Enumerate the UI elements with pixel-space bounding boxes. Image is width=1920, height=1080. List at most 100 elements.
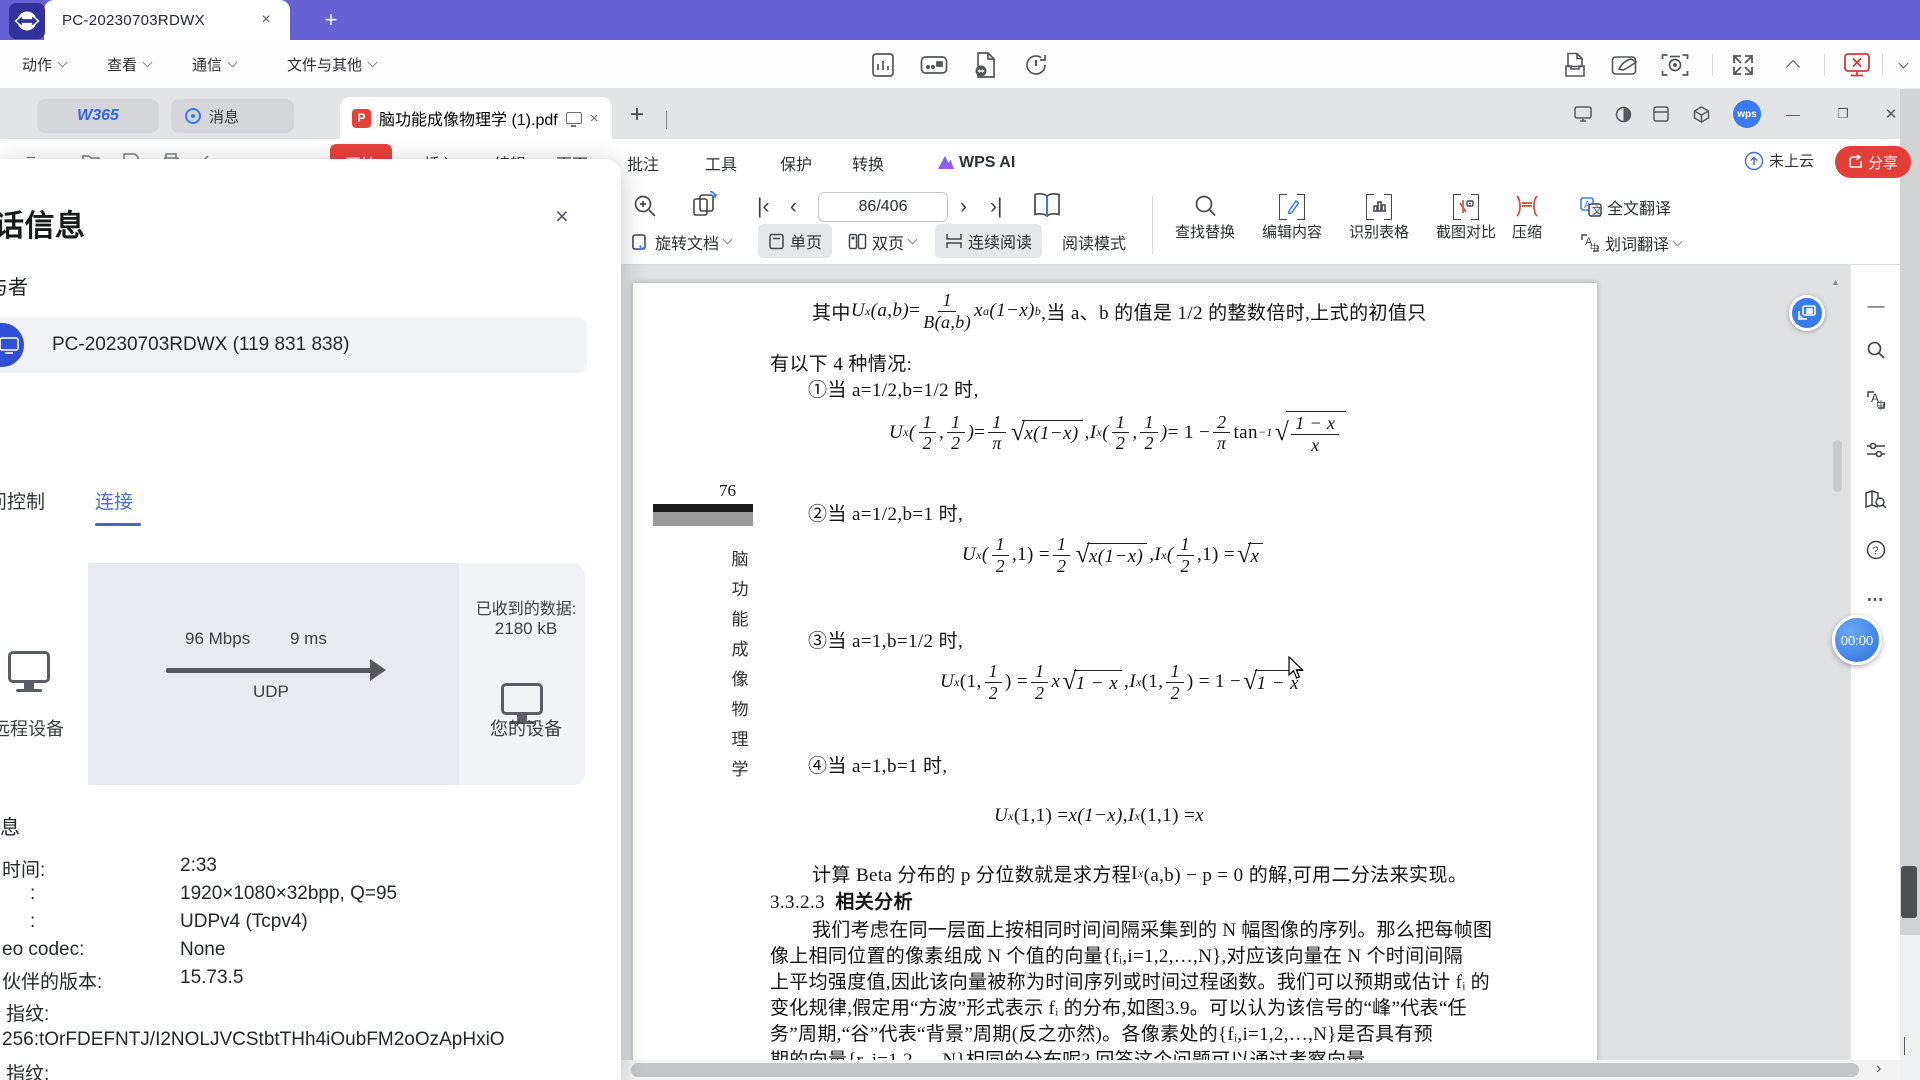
panel-close-icon[interactable]: × xyxy=(549,203,575,229)
tab-w365[interactable]: W365 xyxy=(37,99,159,133)
connection-arrow-head xyxy=(370,659,386,681)
screen-share-float-button[interactable] xyxy=(1789,295,1825,331)
remote-device-icon xyxy=(8,651,50,683)
restart-icon[interactable] xyxy=(1021,50,1051,80)
apps-box-icon[interactable] xyxy=(1690,103,1712,125)
horizontal-scrollbar-track[interactable]: › xyxy=(621,1060,1900,1080)
share-button[interactable]: 分享 xyxy=(1835,146,1911,178)
close-session-icon[interactable] xyxy=(1842,50,1872,80)
partner-version-value: 15.73.5 xyxy=(180,967,243,989)
chevron-down-icon xyxy=(908,235,918,245)
new-document-tab-button[interactable]: + xyxy=(630,101,644,129)
find-replace-button[interactable]: 查找替换 xyxy=(1175,194,1235,242)
divider xyxy=(1882,54,1883,76)
ribbon-tab-protect[interactable]: 保护 xyxy=(780,139,812,186)
single-page-button[interactable]: 单页 xyxy=(758,224,832,258)
open-file-icon[interactable] xyxy=(1560,50,1590,80)
settings-sliders-icon[interactable] xyxy=(1863,437,1889,463)
cast-screen-icon[interactable] xyxy=(1572,103,1594,125)
more-icon[interactable]: ⋯ xyxy=(1863,587,1889,613)
new-session-tab-button[interactable]: + xyxy=(318,7,344,33)
remote-scrollbar-track[interactable] xyxy=(1900,89,1920,1080)
read-mode-button[interactable]: 阅读模式 xyxy=(1062,218,1126,265)
first-page-button[interactable]: |‹ xyxy=(757,192,769,222)
scroll-up-arrow-icon[interactable]: ▲ xyxy=(1831,277,1840,287)
formula: Ux(1,12) = 12x √1 − x,Ix(1,12) = 1 − √1 … xyxy=(940,662,1305,703)
rotate-doc-button[interactable]: 旋转文档 xyxy=(630,218,731,265)
close-button[interactable]: ✕ xyxy=(1880,103,1902,125)
close-document-icon[interactable]: × xyxy=(590,110,599,127)
ribbon-tab-annotate[interactable]: 批注 xyxy=(627,139,659,186)
collapse-toolbar-icon[interactable] xyxy=(1778,50,1808,80)
file-transfer-icon[interactable] xyxy=(970,50,1000,80)
avatar[interactable]: wps xyxy=(1733,100,1761,128)
tab-connection-active[interactable]: 连接 xyxy=(95,487,133,514)
full-translate-button[interactable]: A文 全文翻译 xyxy=(1580,190,1671,224)
scroll-right-arrow-icon[interactable]: › xyxy=(1876,1060,1881,1078)
workspace-icon[interactable] xyxy=(1650,103,1672,125)
remote-scrollbar-thumb[interactable] xyxy=(1901,866,1917,918)
edit-content-icon xyxy=(1279,194,1305,218)
recognize-table-button[interactable]: 识别表格 xyxy=(1349,194,1409,242)
edit-content-button[interactable]: 编辑内容 xyxy=(1262,194,1322,242)
next-page-button[interactable]: › xyxy=(960,192,967,222)
ribbon-tab-tools[interactable]: 工具 xyxy=(705,139,737,186)
screenshot-icon[interactable] xyxy=(1660,50,1690,80)
rotate-pages-icon[interactable] xyxy=(690,191,720,221)
wps-ai-button[interactable]: WPS AI xyxy=(936,139,1015,186)
session-timer-button[interactable]: 00:00 xyxy=(1832,615,1882,665)
svg-text:?: ? xyxy=(1873,545,1879,557)
whiteboard-icon[interactable] xyxy=(1610,50,1640,80)
session-tab[interactable]: PC-20230703RDWX × xyxy=(44,0,290,40)
search-icon[interactable] xyxy=(1863,337,1889,363)
compress-icon xyxy=(1514,194,1540,218)
zoom-icon[interactable] xyxy=(633,194,657,218)
restore-button[interactable]: ❐ xyxy=(1832,103,1854,125)
double-page-button[interactable]: 双页 xyxy=(848,218,916,265)
tab-access-control[interactable]: 问控制 xyxy=(0,487,45,514)
protocol-detail-value: UDPv4 (Tcpv4) xyxy=(180,911,308,933)
svg-text:中: 中 xyxy=(1876,399,1886,411)
scroll-down-chevron-icon[interactable] xyxy=(1904,1037,1905,1055)
tab-list-chevron-icon[interactable] xyxy=(666,111,667,129)
minimize-button[interactable]: — xyxy=(1782,103,1804,125)
divider xyxy=(1824,54,1825,76)
tab-messages[interactable]: 消息 xyxy=(171,99,294,133)
credentials-icon[interactable] xyxy=(919,50,949,80)
received-data-value: 2180 kB xyxy=(466,619,586,639)
formula: Ux(12,12) = 1π√x(1−x),Ix(12,12) = 1 − 2π… xyxy=(889,411,1348,455)
screenshot-compare-button[interactable]: 截图对比 xyxy=(1436,194,1496,242)
session-tab-close-icon[interactable]: × xyxy=(256,10,276,30)
resolution-value: 1920×1080×32bpp, Q=95 xyxy=(180,883,397,905)
menu-communication[interactable]: 通信 xyxy=(192,40,236,89)
session-stats-icon[interactable] xyxy=(868,50,898,80)
more-options-chevron-icon[interactable] xyxy=(1888,50,1918,80)
collapse-icon[interactable]: — xyxy=(1863,293,1889,319)
book-icon[interactable] xyxy=(1032,192,1062,220)
continuous-read-button[interactable]: 连续阅读 xyxy=(935,224,1042,258)
fullscreen-icon[interactable] xyxy=(1728,50,1758,80)
tab-document-active[interactable]: P 脑功能成像物理学 (1).pdf × xyxy=(340,97,612,139)
pdf-document-area[interactable]: 76 脑 功 能 成 像 物 理 学 其中 Ux(a,b) = 1B(a,b)x… xyxy=(621,265,1900,1060)
text-line: 计算 Beta 分布的 p 分位数就是求方程 Ix(a,b) − p = 0 的… xyxy=(812,860,1467,887)
text-line: 有以下 4 种情况: xyxy=(770,349,912,376)
theme-icon[interactable] xyxy=(1612,103,1634,125)
cloud-status[interactable]: 未上云 xyxy=(1744,150,1814,171)
navigation-pane-icon[interactable] xyxy=(1863,487,1889,513)
recognize-table-icon xyxy=(1366,194,1392,218)
horizontal-scrollbar-thumb[interactable] xyxy=(631,1063,1859,1077)
word-translate-button[interactable]: A中 划词翻译 xyxy=(1580,226,1681,260)
help-icon[interactable]: ? xyxy=(1863,537,1889,563)
menu-files-extras[interactable]: 文件与其他 xyxy=(287,40,376,89)
upload-cloud-icon xyxy=(1744,151,1764,171)
prev-page-button[interactable]: ‹ xyxy=(790,192,797,222)
panel-title: 话信息 xyxy=(0,201,86,245)
pdf-vertical-scrollbar-thumb[interactable] xyxy=(1833,440,1842,492)
translate-icon[interactable]: A中 xyxy=(1863,387,1889,413)
last-page-button[interactable]: ›| xyxy=(990,192,1002,222)
participants-label: 与者 xyxy=(0,271,28,300)
ribbon-tab-convert[interactable]: 转换 xyxy=(852,139,884,186)
menu-actions[interactable]: 动作 xyxy=(22,40,66,89)
compress-button[interactable]: 压缩 xyxy=(1512,194,1542,242)
menu-view[interactable]: 查看 xyxy=(107,40,151,89)
